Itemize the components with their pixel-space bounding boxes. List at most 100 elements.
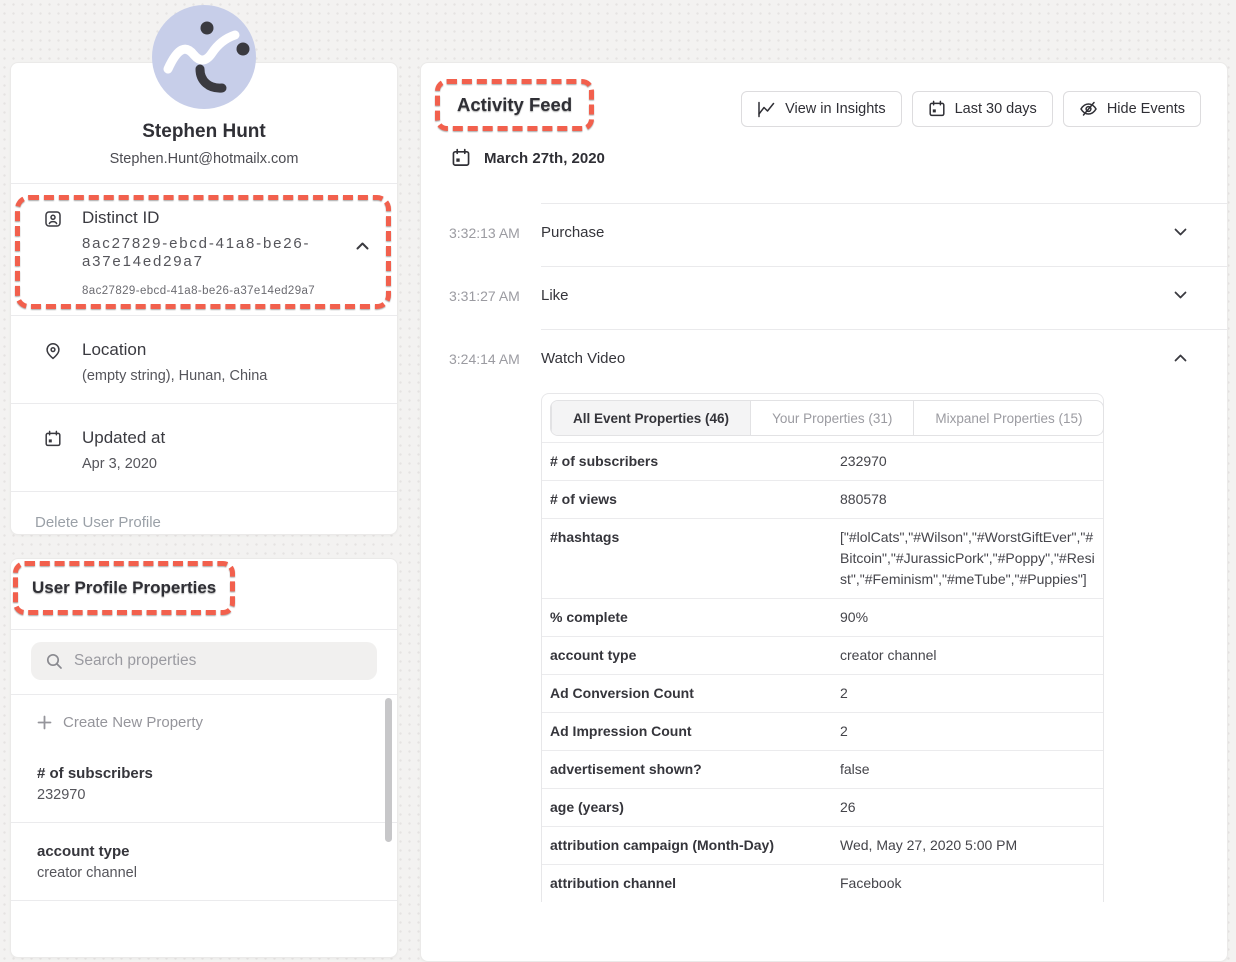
search-properties-wrap xyxy=(11,630,397,695)
user-avatar xyxy=(152,5,256,109)
user-profile-card: Stephen Hunt Stephen.Hunt@hotmailx.com D… xyxy=(10,62,398,535)
table-row: attribution campaign (Month-Day) Wed, Ma… xyxy=(542,826,1103,864)
event-name: Watch Video xyxy=(541,350,625,367)
calendar-icon xyxy=(44,430,62,448)
table-row: % complete 90% xyxy=(542,598,1103,636)
property-value: 90% xyxy=(840,607,1103,628)
property-name: Ad Impression Count xyxy=(550,721,840,742)
properties-panel-title: User Profile Properties xyxy=(32,578,216,598)
chevron-down-icon[interactable] xyxy=(1174,354,1187,362)
property-name: Ad Conversion Count xyxy=(550,683,840,704)
eye-off-icon xyxy=(1079,100,1098,118)
distinct-id-section: Distinct ID 8ac27829-ebcd-41a8-be26-a37e… xyxy=(11,184,397,316)
property-value: 232970 xyxy=(840,451,1103,472)
scrollbar-thumb[interactable] xyxy=(385,698,392,842)
calendar-icon xyxy=(451,148,471,168)
create-new-property-label: Create New Property xyxy=(63,714,203,731)
hide-events-button[interactable]: Hide Events xyxy=(1063,91,1201,127)
table-row: # of views 880578 xyxy=(542,480,1103,518)
location-label: Location xyxy=(82,340,373,360)
event-time: 3:31:27 AM xyxy=(449,288,520,304)
table-row: #hashtags ["#lolCats","#Wilson","#WorstG… xyxy=(542,518,1103,598)
property-name: # of views xyxy=(550,489,840,510)
date-header-label: March 27th, 2020 xyxy=(484,150,605,167)
search-box[interactable] xyxy=(31,642,377,680)
table-row: Ad Conversion Count 2 xyxy=(542,674,1103,712)
property-value: 2 xyxy=(840,721,1103,742)
tab[interactable]: Your Properties (31) xyxy=(750,401,913,435)
line-chart-icon xyxy=(757,101,776,118)
property-name: age (years) xyxy=(550,797,840,818)
event-properties-tabs: All Event Properties (46) Your Propertie… xyxy=(550,400,1104,436)
date-header: March 27th, 2020 xyxy=(451,148,605,168)
search-properties-input[interactable] xyxy=(74,652,363,670)
id-badge-icon xyxy=(44,210,62,228)
event-name: Purchase xyxy=(541,224,604,241)
property-name: % complete xyxy=(550,607,840,628)
hide-events-label: Hide Events xyxy=(1107,101,1185,117)
event-row[interactable]: 3:31:27 AM Like xyxy=(421,266,1227,329)
distinct-id-subvalue: 8ac27829-ebcd-41a8-be26-a37e14ed29a7 xyxy=(82,285,373,297)
event-time: 3:24:14 AM xyxy=(449,351,520,367)
list-item[interactable]: # of subscribers 232970 xyxy=(11,745,397,823)
event-detail-panel: All Event Properties (46) Your Propertie… xyxy=(541,393,1104,902)
property-value: creator channel xyxy=(37,865,371,881)
property-name: #hashtags xyxy=(550,527,840,590)
activity-feed-title: Activity Feed xyxy=(457,94,572,116)
event-time: 3:32:13 AM xyxy=(449,225,520,241)
plus-icon xyxy=(37,715,52,730)
delete-user-profile-link[interactable]: Delete User Profile xyxy=(11,492,397,553)
property-name: attribution campaign (Month-Day) xyxy=(550,835,840,856)
table-row: Ad Impression Count 2 xyxy=(542,712,1103,750)
event-row[interactable]: 3:24:14 AM Watch Video xyxy=(421,329,1227,392)
tab[interactable]: Mixpanel Properties (15) xyxy=(913,401,1103,435)
properties-panel-header: User Profile Properties xyxy=(11,559,397,630)
property-name: # of subscribers xyxy=(550,451,840,472)
user-name: Stephen Hunt xyxy=(11,121,397,143)
property-value: 2 xyxy=(840,683,1103,704)
calendar-icon xyxy=(928,100,946,118)
location-section: Location (empty string), Hunan, China xyxy=(11,316,397,404)
create-new-property-button[interactable]: Create New Property xyxy=(11,695,397,745)
updated-at-section: Updated at Apr 3, 2020 xyxy=(11,404,397,492)
property-name: account type xyxy=(37,843,371,860)
view-in-insights-label: View in Insights xyxy=(785,101,885,117)
distinct-id-label: Distinct ID xyxy=(82,208,373,228)
property-name: advertisement shown? xyxy=(550,759,840,780)
view-in-insights-button[interactable]: View in Insights xyxy=(741,91,901,127)
user-profile-properties-card: User Profile Properties Create New Prope… xyxy=(10,558,398,958)
property-name: # of subscribers xyxy=(37,765,371,782)
chevron-down-icon[interactable] xyxy=(1174,228,1187,236)
property-value: 232970 xyxy=(37,787,371,803)
search-icon xyxy=(45,652,63,670)
event-row[interactable]: 3:32:13 AM Purchase xyxy=(421,203,1227,266)
chevron-down-icon[interactable] xyxy=(1174,291,1187,299)
property-value: 880578 xyxy=(840,489,1103,510)
annotation-box-activity-feed: Activity Feed xyxy=(435,79,594,131)
property-value: Facebook xyxy=(840,873,1103,894)
event-list: 3:32:13 AM Purchase 3:31:27 AM Like xyxy=(421,203,1227,392)
chevron-up-icon[interactable] xyxy=(356,242,369,250)
property-value: false xyxy=(840,759,1103,780)
property-value: Wed, May 27, 2020 5:00 PM xyxy=(840,835,1103,856)
table-row: attribution channel Facebook xyxy=(542,864,1103,902)
table-row: age (years) 26 xyxy=(542,788,1103,826)
activity-toolbar: View in Insights Last 30 days Hide Eve xyxy=(741,91,1201,127)
annotation-box-user-profile-properties: User Profile Properties xyxy=(13,561,235,615)
tab[interactable]: All Event Properties (46) xyxy=(551,401,750,435)
location-value: (empty string), Hunan, China xyxy=(82,367,373,385)
table-row: account type creator channel xyxy=(542,636,1103,674)
property-value: creator channel xyxy=(840,645,1103,666)
property-name: attribution channel xyxy=(550,873,840,894)
property-value: 26 xyxy=(840,797,1103,818)
updated-at-label: Updated at xyxy=(82,428,373,448)
event-properties-table: # of subscribers 232970 # of views 88057… xyxy=(542,442,1103,902)
updated-at-value: Apr 3, 2020 xyxy=(82,455,373,473)
date-range-label: Last 30 days xyxy=(955,101,1037,117)
table-row: advertisement shown? false xyxy=(542,750,1103,788)
table-row: # of subscribers 232970 xyxy=(542,442,1103,480)
distinct-id-value: 8ac27829-ebcd-41a8-be26-a37e14ed29a7 xyxy=(82,235,354,271)
list-item[interactable]: account type creator channel xyxy=(11,823,397,901)
date-range-button[interactable]: Last 30 days xyxy=(912,91,1053,127)
activity-feed-card: Activity Feed View in Insights Last 30 d… xyxy=(420,62,1228,962)
